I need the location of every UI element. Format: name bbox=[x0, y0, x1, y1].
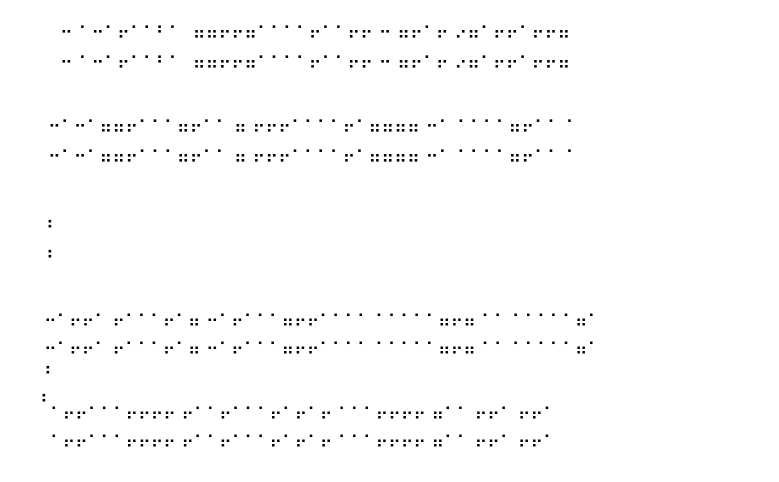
braille-line-9: ⠆ bbox=[44, 359, 58, 380]
braille-line-5: ⠆ bbox=[46, 213, 60, 234]
braille-line-3: ⠒⠁⠒⠁⠶⠶⠖⠁⠁⠁⠶⠖⠁⠁ ⠶ ⠖⠖⠖⠁⠁⠁⠁⠖⠁⠶⠶⠶⠶ ⠒⠁ ⠁⠁⠁⠁⠶⠖… bbox=[48, 118, 579, 138]
braille-line-6: ⠆ bbox=[46, 243, 60, 264]
braille-page: ⠒ ⠁⠒⠁⠖⠁⠁⠃⠁ ⠶⠶⠖⠖⠶⠁⠁⠁⠁⠖⠁⠁⠖⠖ ⠒ ⠶⠖⠁⠖ ⠔⠶⠁⠖⠖⠁⠖… bbox=[0, 0, 779, 482]
braille-line-2: ⠒ ⠁⠒⠁⠖⠁⠁⠃⠁ ⠶⠶⠖⠖⠶⠁⠁⠁⠁⠖⠁⠁⠖⠖ ⠒ ⠶⠖⠁⠖ ⠔⠶⠁⠖⠖⠁⠖… bbox=[60, 54, 571, 74]
braille-line-8: ⠒⠁⠖⠖⠁ ⠖⠁⠁⠁⠖⠁⠶ ⠒⠁⠖⠁⠁⠁⠶⠖⠖⠁⠁⠁⠁ ⠁⠁⠁⠁⠁⠶⠖⠶ ⠁⠁ … bbox=[44, 340, 601, 360]
braille-line-4: ⠒⠁⠒⠁⠶⠶⠖⠁⠁⠁⠶⠖⠁⠁ ⠶ ⠖⠖⠖⠁⠁⠁⠁⠖⠁⠶⠶⠶⠶ ⠒⠁ ⠁⠁⠁⠁⠶⠖… bbox=[48, 148, 579, 168]
braille-line-12: ⠁⠖⠖⠁⠁⠁⠖⠖⠖⠖ ⠖⠁⠁⠖⠁⠁⠁⠖⠁⠖⠁⠖ ⠁⠁⠁⠖⠖⠖⠖ ⠶⠁⠁ ⠖⠖⠁ … bbox=[50, 433, 556, 453]
braille-line-11: ⠁⠖⠖⠁⠁⠁⠖⠖⠖⠖ ⠖⠁⠁⠖⠁⠁⠁⠖⠁⠖⠁⠖ ⠁⠁⠁⠖⠖⠖⠖ ⠶⠁⠁ ⠖⠖⠁ … bbox=[50, 405, 556, 425]
braille-line-7: ⠒⠁⠖⠖⠁ ⠖⠁⠁⠁⠖⠁⠶ ⠒⠁⠖⠁⠁⠁⠶⠖⠖⠁⠁⠁⠁ ⠁⠁⠁⠁⠁⠶⠖⠶ ⠁⠁ … bbox=[44, 312, 601, 332]
braille-line-1: ⠒ ⠁⠒⠁⠖⠁⠁⠃⠁ ⠶⠶⠖⠖⠶⠁⠁⠁⠁⠖⠁⠁⠖⠖ ⠒ ⠶⠖⠁⠖ ⠔⠶⠁⠖⠖⠁⠖… bbox=[60, 24, 571, 44]
